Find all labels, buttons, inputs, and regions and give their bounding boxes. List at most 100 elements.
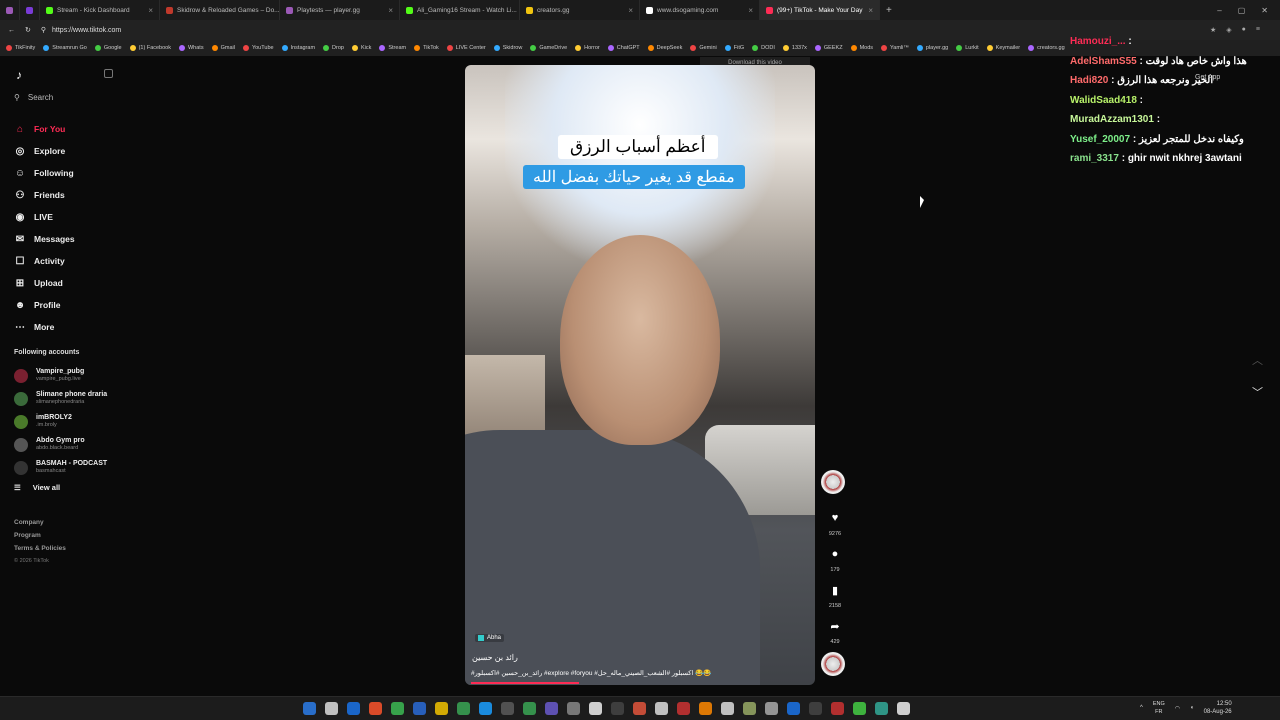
bookmark-item[interactable]: YouTube bbox=[242, 45, 274, 51]
reload-icon[interactable]: ↻ bbox=[25, 26, 31, 34]
volume-icon[interactable]: ◖ bbox=[1190, 705, 1194, 711]
share-action[interactable]: ➦ 429 bbox=[821, 616, 849, 646]
bookmark-item[interactable]: Streamrun Go bbox=[43, 45, 87, 51]
search-icon[interactable] bbox=[325, 702, 338, 715]
taskbar-app-icon[interactable] bbox=[831, 702, 844, 715]
taskbar-app-icon[interactable] bbox=[347, 702, 360, 715]
tiktok-logo-icon[interactable]: ♪ bbox=[16, 68, 22, 82]
following-account-item[interactable]: imBROLY2 .im.broly bbox=[14, 410, 107, 433]
close-icon[interactable]: × bbox=[388, 6, 393, 15]
bookmark-item[interactable]: Yamli™ bbox=[881, 45, 909, 51]
company-link[interactable]: Company bbox=[14, 516, 66, 529]
tab-dsogaming[interactable]: www.dsogaming.com × bbox=[640, 0, 760, 20]
collapse-sidebar-icon[interactable] bbox=[104, 69, 113, 78]
close-window-icon[interactable]: ✕ bbox=[1261, 6, 1268, 15]
taskbar-app-icon[interactable] bbox=[545, 702, 558, 715]
comment-icon[interactable]: ● bbox=[825, 544, 845, 564]
taskbar-app-icon[interactable] bbox=[809, 702, 822, 715]
bookmark-item[interactable]: GEEKZ bbox=[814, 45, 843, 51]
language-indicator[interactable]: ENG FR bbox=[1153, 700, 1165, 716]
taskbar-app-icon[interactable] bbox=[743, 702, 756, 715]
windows-start-icon[interactable] bbox=[303, 702, 316, 715]
wifi-icon[interactable]: ◠ bbox=[1175, 705, 1180, 712]
bookmark-item[interactable]: DeepSeek bbox=[647, 45, 682, 51]
bookmark-item[interactable]: Whats bbox=[178, 45, 204, 51]
taskbar-app-icon[interactable] bbox=[501, 702, 514, 715]
bookmark-item[interactable]: DODI bbox=[752, 45, 775, 51]
taskbar-app-icon[interactable] bbox=[875, 702, 888, 715]
tab-ali-gaming[interactable]: Ali_Gaming16 Stream - Watch Li...× bbox=[400, 0, 520, 20]
nav-live[interactable]: ◉ LIVE bbox=[14, 206, 75, 228]
bookmark-item[interactable]: Skidrow bbox=[493, 45, 522, 51]
video-player[interactable]: أعظم أسباب الرزق مقطع قد يغير حياتك بفضل… bbox=[465, 65, 815, 685]
maximize-icon[interactable]: ▢ bbox=[1238, 6, 1246, 15]
taskbar-app-icon[interactable] bbox=[457, 702, 470, 715]
video-progress-bar[interactable] bbox=[471, 682, 579, 684]
nav-activity[interactable]: ☐ Activity bbox=[14, 250, 75, 272]
bookmark-item[interactable]: Gmail bbox=[211, 45, 235, 51]
taskbar-app-icon[interactable] bbox=[853, 702, 866, 715]
comment-action[interactable]: ● 179 bbox=[821, 544, 849, 573]
nav-profile[interactable]: ☻ Profile bbox=[14, 294, 75, 316]
taskbar-app-icon[interactable] bbox=[765, 702, 778, 715]
bookmark-item[interactable]: TikFinity bbox=[6, 45, 35, 51]
url-field[interactable]: ⚲ https://www.tiktok.com bbox=[41, 26, 121, 35]
taskbar-app-icon[interactable] bbox=[699, 702, 712, 715]
site-info-icon[interactable]: ⚲ bbox=[41, 26, 46, 34]
following-account-item[interactable]: BASMAH - PODCAST basmahcast bbox=[14, 456, 107, 479]
nav-explore[interactable]: ◎ Explore bbox=[14, 140, 75, 162]
bookmark-item[interactable]: GameDrive bbox=[530, 45, 567, 51]
taskbar-app-icon[interactable] bbox=[633, 702, 646, 715]
bookmark-item[interactable]: creators.gg bbox=[1028, 45, 1065, 51]
tab-playtests[interactable]: Playtests — player.gg × bbox=[280, 0, 400, 20]
taskbar-app-icon[interactable] bbox=[611, 702, 624, 715]
taskbar-app-icon[interactable] bbox=[435, 702, 448, 715]
get-app-button[interactable]: Get App bbox=[1195, 74, 1220, 81]
bookmark-item[interactable]: Mods bbox=[850, 45, 873, 51]
like-action[interactable]: ♥ 9276 bbox=[821, 508, 849, 537]
heart-icon[interactable]: ♥ bbox=[825, 508, 845, 528]
taskbar-app-icon[interactable] bbox=[369, 702, 382, 715]
following-account-item[interactable]: Slimane phone draria slimanephonedraria bbox=[14, 387, 107, 410]
bookmark-item[interactable]: FitG bbox=[724, 45, 744, 51]
taskbar-app-icon[interactable] bbox=[391, 702, 404, 715]
taskbar-app-icon[interactable] bbox=[523, 702, 536, 715]
nav-for-you[interactable]: ⌂ For You bbox=[14, 118, 75, 140]
bookmark-item[interactable]: Instagram bbox=[281, 45, 315, 51]
close-icon[interactable]: × bbox=[868, 6, 873, 15]
nav-following[interactable]: ☺ Following bbox=[14, 162, 75, 184]
sound-disc-icon[interactable] bbox=[821, 652, 845, 676]
bookmark-item[interactable]: Keymailer bbox=[986, 45, 1020, 51]
bookmark-item[interactable]: Google bbox=[94, 45, 122, 51]
bookmark-icon[interactable]: ▮ bbox=[825, 580, 845, 600]
taskbar-app-icon[interactable] bbox=[787, 702, 800, 715]
program-link[interactable]: Program bbox=[14, 529, 66, 542]
bookmark-item[interactable]: Drop bbox=[323, 45, 344, 51]
view-all-button[interactable]: ☰ View all bbox=[14, 483, 60, 492]
search-input[interactable]: ⚲ Search bbox=[14, 93, 53, 102]
bookmark-item[interactable]: Kick bbox=[351, 45, 371, 51]
bookmark-item[interactable]: player.gg bbox=[916, 45, 948, 51]
bookmark-item[interactable]: Stream bbox=[379, 45, 406, 51]
terms-link[interactable]: Terms & Policies bbox=[14, 542, 66, 555]
nav-more[interactable]: ⋯ More bbox=[14, 316, 75, 338]
close-icon[interactable]: × bbox=[628, 6, 633, 15]
taskbar-app-icon[interactable] bbox=[677, 702, 690, 715]
share-icon[interactable]: ➦ bbox=[825, 616, 845, 636]
tab-pinned[interactable] bbox=[20, 0, 40, 20]
location-tag[interactable]: Abha bbox=[475, 634, 505, 642]
nav-messages[interactable]: ✉ Messages bbox=[14, 228, 75, 250]
tab-skidrow[interactable]: Skidrow & Reloaded Games – Do...× bbox=[160, 0, 280, 20]
clock[interactable]: 12:50 08-Aug-26 bbox=[1204, 700, 1232, 716]
video-author[interactable]: رائد بن حسين bbox=[472, 653, 518, 662]
following-account-item[interactable]: Vampire_pubg vampire_pubg.live bbox=[14, 364, 107, 387]
bookmark-item[interactable]: TikTok bbox=[414, 45, 439, 51]
taskbar-app-icon[interactable] bbox=[413, 702, 426, 715]
tab-creators[interactable]: creators.gg × bbox=[520, 0, 640, 20]
bookmark-item[interactable]: 1337x bbox=[782, 45, 807, 51]
bookmark-item[interactable]: Lurkit bbox=[956, 45, 979, 51]
chevron-up-icon[interactable]: ^ bbox=[1140, 705, 1143, 711]
taskbar-app-icon[interactable] bbox=[567, 702, 580, 715]
taskbar-app-icon[interactable] bbox=[721, 702, 734, 715]
tab-tiktok[interactable]: (99+) TikTok - Make Your Day × bbox=[760, 0, 880, 20]
